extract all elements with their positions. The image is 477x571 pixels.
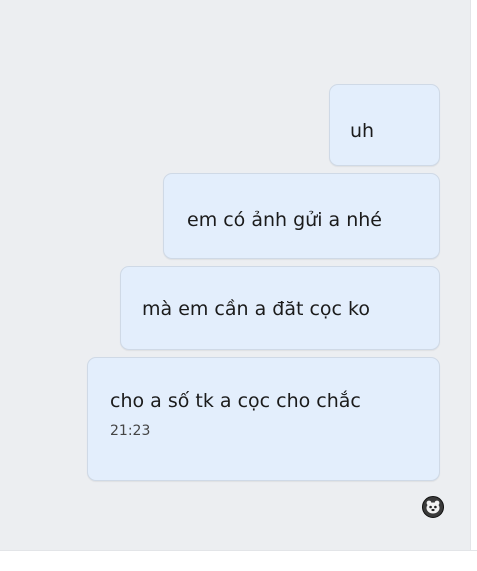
message-timestamp: 21:23 xyxy=(110,423,151,439)
scrollbar-track[interactable] xyxy=(470,0,477,550)
message-bubble[interactable]: cho a số tk a cọc cho chắc 21:23 xyxy=(87,357,440,481)
message-text: uh xyxy=(350,120,375,142)
message-bubble[interactable]: mà em cần a đăt cọc ko xyxy=(120,266,440,350)
message-bubble[interactable]: uh xyxy=(329,84,440,166)
chat-message-area: uh em có ảnh gửi a nhé mà em cần a đăt c… xyxy=(0,0,470,550)
message-text: cho a số tk a cọc cho chắc xyxy=(110,390,361,412)
avatar-icon xyxy=(423,497,443,517)
seen-avatar-icon xyxy=(422,496,444,518)
message-text: mà em cần a đăt cọc ko xyxy=(142,298,370,320)
bottom-bar xyxy=(0,550,477,571)
message-bubble[interactable]: em có ảnh gửi a nhé xyxy=(163,173,440,259)
message-text: em có ảnh gửi a nhé xyxy=(187,209,382,231)
